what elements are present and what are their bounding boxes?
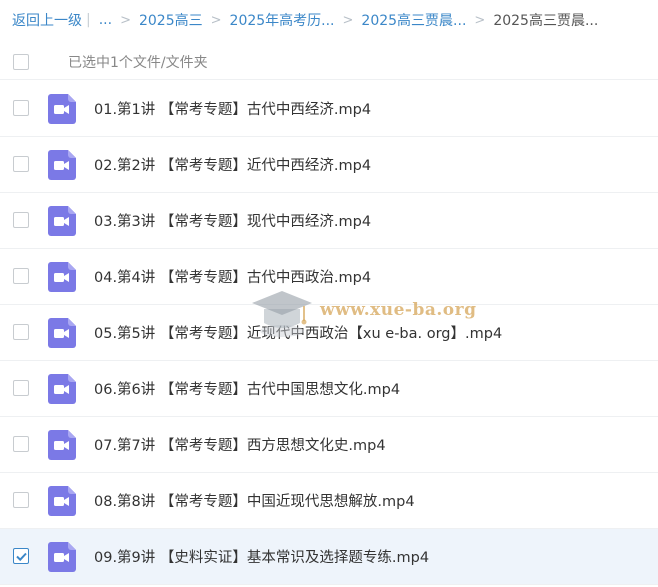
check-icon xyxy=(16,552,27,562)
file-name[interactable]: 01.第1讲 【常考专题】古代中西经济.mp4 xyxy=(94,98,371,119)
file-name[interactable]: 05.第5讲 【常考专题】近现代中西政治【xu e-ba. org】.mp4 xyxy=(94,322,502,343)
video-file-icon xyxy=(48,430,76,460)
row-checkbox[interactable] xyxy=(13,268,29,284)
breadcrumb-ellipsis[interactable]: ... xyxy=(99,12,112,28)
file-name[interactable]: 03.第3讲 【常考专题】现代中西经济.mp4 xyxy=(94,210,371,231)
file-row[interactable]: 05.第5讲 【常考专题】近现代中西政治【xu e-ba. org】.mp4 xyxy=(0,305,658,361)
file-name[interactable]: 02.第2讲 【常考专题】近代中西经济.mp4 xyxy=(94,154,371,175)
video-file-icon xyxy=(48,262,76,292)
row-checkbox[interactable] xyxy=(13,212,29,228)
chevron-right-icon: > xyxy=(474,12,486,28)
chevron-right-icon: > xyxy=(120,12,131,28)
row-checkbox[interactable] xyxy=(13,324,29,340)
chevron-right-icon: > xyxy=(342,12,354,28)
chevron-right-icon: > xyxy=(210,12,222,28)
selection-header: 已选中1个文件/文件夹 xyxy=(0,44,658,80)
row-checkbox[interactable] xyxy=(13,156,29,172)
video-file-icon xyxy=(48,94,76,124)
row-checkbox[interactable] xyxy=(13,100,29,116)
video-file-icon xyxy=(48,542,76,572)
row-checkbox[interactable] xyxy=(13,380,29,396)
row-checkbox[interactable] xyxy=(13,492,29,508)
file-row[interactable]: 08.第8讲 【常考专题】中国近现代思想解放.mp4 xyxy=(0,473,658,529)
file-name[interactable]: 08.第8讲 【常考专题】中国近现代思想解放.mp4 xyxy=(94,490,415,511)
row-checkbox[interactable] xyxy=(13,436,29,452)
breadcrumb: 返回上一级 | ... > 2025高三 > 2025年高考历... > 202… xyxy=(12,9,598,31)
video-file-icon xyxy=(48,206,76,236)
row-checkbox[interactable] xyxy=(13,548,29,564)
file-row[interactable]: 02.第2讲 【常考专题】近代中西经济.mp4 xyxy=(0,137,658,193)
video-file-icon xyxy=(48,374,76,404)
file-name[interactable]: 07.第7讲 【常考专题】西方思想文化史.mp4 xyxy=(94,434,386,455)
file-name[interactable]: 09.第9讲 【史料实证】基本常识及选择题专练.mp4 xyxy=(94,546,429,567)
breadcrumb-item[interactable]: 2025高三贾晨... xyxy=(361,10,466,30)
breadcrumb-item[interactable]: 2025高三 xyxy=(139,10,203,30)
file-row[interactable]: 03.第3讲 【常考专题】现代中西经济.mp4 xyxy=(0,193,658,249)
file-row[interactable]: 09.第9讲 【史料实证】基本常识及选择题专练.mp4 xyxy=(0,529,658,585)
breadcrumb-current: 2025高三贾晨... xyxy=(493,13,599,29)
file-name[interactable]: 06.第6讲 【常考专题】古代中国思想文化.mp4 xyxy=(94,378,400,399)
breadcrumb-item[interactable]: 2025年高考历... xyxy=(230,10,335,30)
video-file-icon xyxy=(48,150,76,180)
file-row[interactable]: 01.第1讲 【常考专题】古代中西经济.mp4 xyxy=(0,81,658,137)
selection-count-label: 已选中1个文件/文件夹 xyxy=(68,54,208,71)
breadcrumb-pipe: | xyxy=(86,12,91,28)
video-file-icon xyxy=(48,318,76,348)
file-row[interactable]: 06.第6讲 【常考专题】古代中国思想文化.mp4 xyxy=(0,361,658,417)
back-link[interactable]: 返回上一级 xyxy=(12,10,82,30)
file-name[interactable]: 04.第4讲 【常考专题】古代中西政治.mp4 xyxy=(94,266,371,287)
file-list: 01.第1讲 【常考专题】古代中西经济.mp4 02.第2讲 【常考专题】近代中… xyxy=(0,81,658,585)
file-row[interactable]: 07.第7讲 【常考专题】西方思想文化史.mp4 xyxy=(0,417,658,473)
file-row[interactable]: 04.第4讲 【常考专题】古代中西政治.mp4 xyxy=(0,249,658,305)
select-all-checkbox[interactable] xyxy=(13,54,29,70)
video-file-icon xyxy=(48,486,76,516)
